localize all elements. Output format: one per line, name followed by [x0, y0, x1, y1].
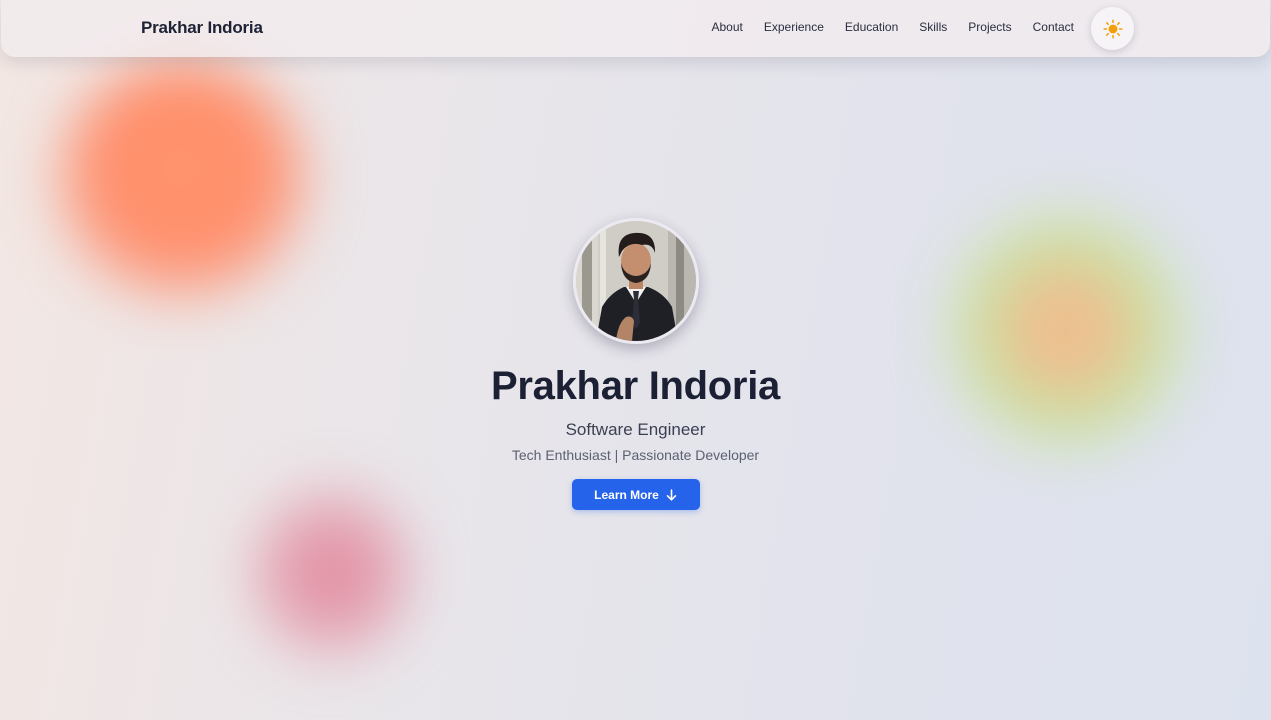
nav-link-projects[interactable]: Projects [968, 20, 1011, 34]
decorative-blob-pink [252, 488, 412, 658]
theme-toggle-button[interactable] [1091, 7, 1134, 50]
hero-role: Software Engineer [565, 420, 706, 439]
nav-link-contact[interactable]: Contact [1033, 20, 1074, 34]
navbar: Prakhar Indoria About Experience Educati… [1, 0, 1270, 57]
avatar [572, 218, 699, 344]
learn-more-label: Learn More [594, 487, 659, 502]
nav-link-experience[interactable]: Experience [764, 20, 824, 34]
hero-tagline: Tech Enthusiast | Passionate Developer [511, 447, 760, 463]
sun-icon [1102, 18, 1123, 39]
nav-link-education[interactable]: Education [845, 20, 898, 34]
hero-name: Prakhar Indoria [491, 364, 780, 408]
learn-more-button[interactable]: Learn More [571, 479, 700, 510]
brand-logo-text[interactable]: Prakhar Indoria [141, 18, 263, 38]
arrow-down-icon [666, 488, 677, 501]
nav-link-skills[interactable]: Skills [919, 20, 947, 34]
hero-section: Prakhar Indoria Software Engineer Tech E… [0, 218, 1271, 510]
profile-photo [575, 221, 696, 341]
nav-link-about[interactable]: About [711, 20, 742, 34]
nav-links: About Experience Education Skills Projec… [711, 20, 1074, 34]
